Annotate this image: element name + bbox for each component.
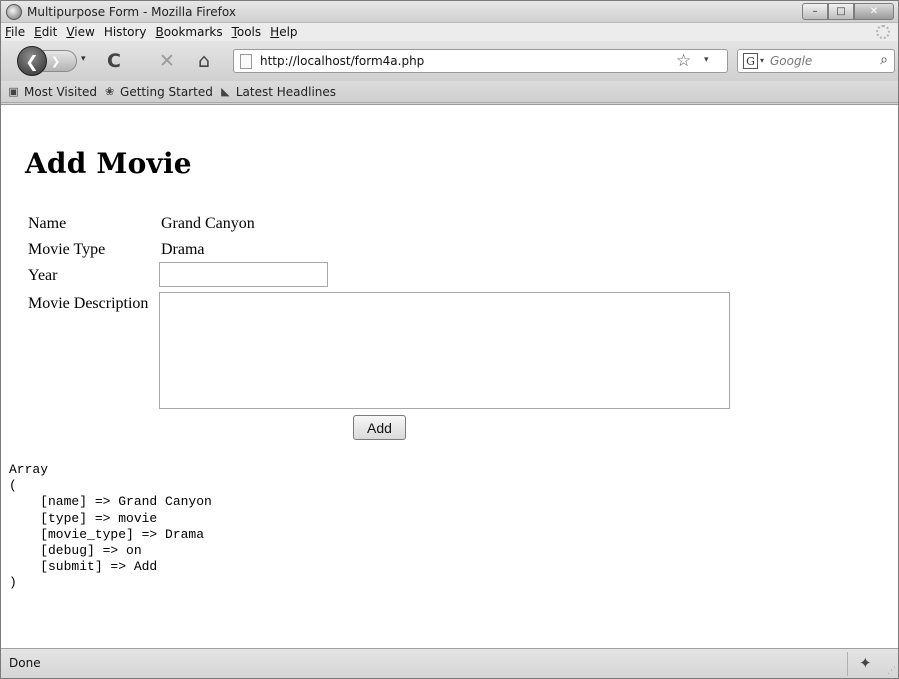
menu-tools-label: ools [236, 25, 262, 39]
search-bar[interactable]: G ▾ Google ⌕ [737, 49, 895, 73]
resize-grip-icon[interactable]: ⋰ [887, 666, 896, 676]
addon-icon[interactable]: ✦ [859, 654, 872, 672]
menu-file[interactable]: File [5, 25, 25, 39]
window-title: Multipurpose Form - Mozilla Firefox [27, 5, 236, 19]
url-dropdown-icon[interactable]: ▾ [704, 55, 709, 65]
page-content: Add Movie Name Grand Canyon Movie Type D… [1, 104, 898, 648]
rss-icon: ◣ [221, 85, 230, 98]
google-engine-icon[interactable]: G [743, 53, 758, 69]
menu-view-label: iew [74, 25, 95, 39]
search-icon[interactable]: ⌕ [880, 52, 888, 68]
year-field[interactable] [159, 262, 328, 287]
menu-bookmarks[interactable]: Bookmarks [156, 25, 223, 39]
menu-help[interactable]: Help [270, 25, 297, 39]
back-button[interactable]: ❮ [17, 46, 47, 76]
menu-history[interactable]: History [104, 25, 147, 39]
menu-help-accesskey: H [270, 25, 280, 39]
menu-file-label: ile [11, 25, 26, 39]
status-text: Done [9, 656, 41, 670]
movie-type-value: Drama [161, 241, 205, 258]
url-text: http://localhost/form4a.php [260, 54, 425, 68]
menu-bookmarks-label: ookmarks [163, 25, 223, 39]
throbber-icon [876, 25, 890, 39]
menu-edit-accesskey: E [34, 25, 42, 39]
search-placeholder: Google [770, 54, 813, 68]
engine-dropdown-icon[interactable]: ▾ [760, 56, 764, 65]
name-label: Name [28, 215, 67, 232]
forward-button[interactable]: ❯ [43, 50, 77, 72]
bookmark-most-visited[interactable]: ▣ Most Visited [7, 85, 97, 99]
bookmark-label: Most Visited [24, 84, 98, 99]
stop-icon[interactable]: ✕ [159, 51, 175, 71]
firefox-app-icon [6, 4, 22, 20]
description-field[interactable] [159, 292, 730, 409]
menu-tools[interactable]: Tools [232, 25, 262, 39]
navigation-toolbar: ❯ ❮ ▾ C ✕ ⌂ http://localhost/form4a.php … [1, 41, 898, 81]
home-icon[interactable]: ⌂ [198, 51, 210, 71]
status-divider [847, 652, 848, 676]
maximize-button[interactable]: □ [828, 3, 854, 20]
status-bar: Done ✦ ⋰ [1, 648, 898, 678]
history-dropdown-icon[interactable]: ▾ [81, 54, 86, 64]
description-label: Movie Description [28, 295, 149, 312]
menu-bookmarks-accesskey: B [155, 25, 164, 39]
movie-type-label: Movie Type [28, 241, 106, 258]
browser-window: Multipurpose Form - Mozilla Firefox – □ … [0, 0, 899, 679]
url-bar[interactable]: http://localhost/form4a.php ☆ ▾ [233, 49, 728, 73]
menu-history-label: History [103, 25, 147, 39]
page-title: Add Movie [25, 147, 192, 180]
menu-help-label: elp [279, 25, 298, 39]
title-bar: Multipurpose Form - Mozilla Firefox – □ … [1, 1, 898, 23]
close-button[interactable]: ✕ [854, 3, 894, 20]
firefox-icon: ❀ [104, 85, 115, 98]
bookmark-getting-started[interactable]: ❀ Getting Started [103, 85, 213, 99]
add-button[interactable]: Add [353, 415, 406, 440]
menu-edit[interactable]: Edit [34, 25, 57, 39]
year-label: Year [28, 267, 58, 284]
bookmark-label: Getting Started [120, 84, 213, 99]
bookmark-star-icon[interactable]: ☆ [676, 51, 691, 71]
bookmark-latest-headlines[interactable]: ◣ Latest Headlines [219, 85, 336, 99]
window-controls: – □ ✕ [802, 3, 894, 20]
bookmarks-toolbar: ▣ Most Visited ❀ Getting Started ◣ Lates… [1, 81, 898, 103]
name-value: Grand Canyon [161, 215, 255, 232]
reload-icon[interactable]: C [107, 51, 121, 71]
menu-view[interactable]: View [66, 25, 94, 39]
most-visited-icon: ▣ [8, 85, 19, 98]
debug-output: Array ( [name] => Grand Canyon [type] =>… [9, 462, 212, 591]
minimize-button[interactable]: – [802, 3, 828, 20]
page-icon [240, 54, 252, 69]
menu-bar: File Edit View History Bookmarks Tools H… [1, 23, 898, 41]
bookmark-label: Latest Headlines [235, 84, 337, 99]
menu-edit-label: dit [41, 25, 58, 39]
